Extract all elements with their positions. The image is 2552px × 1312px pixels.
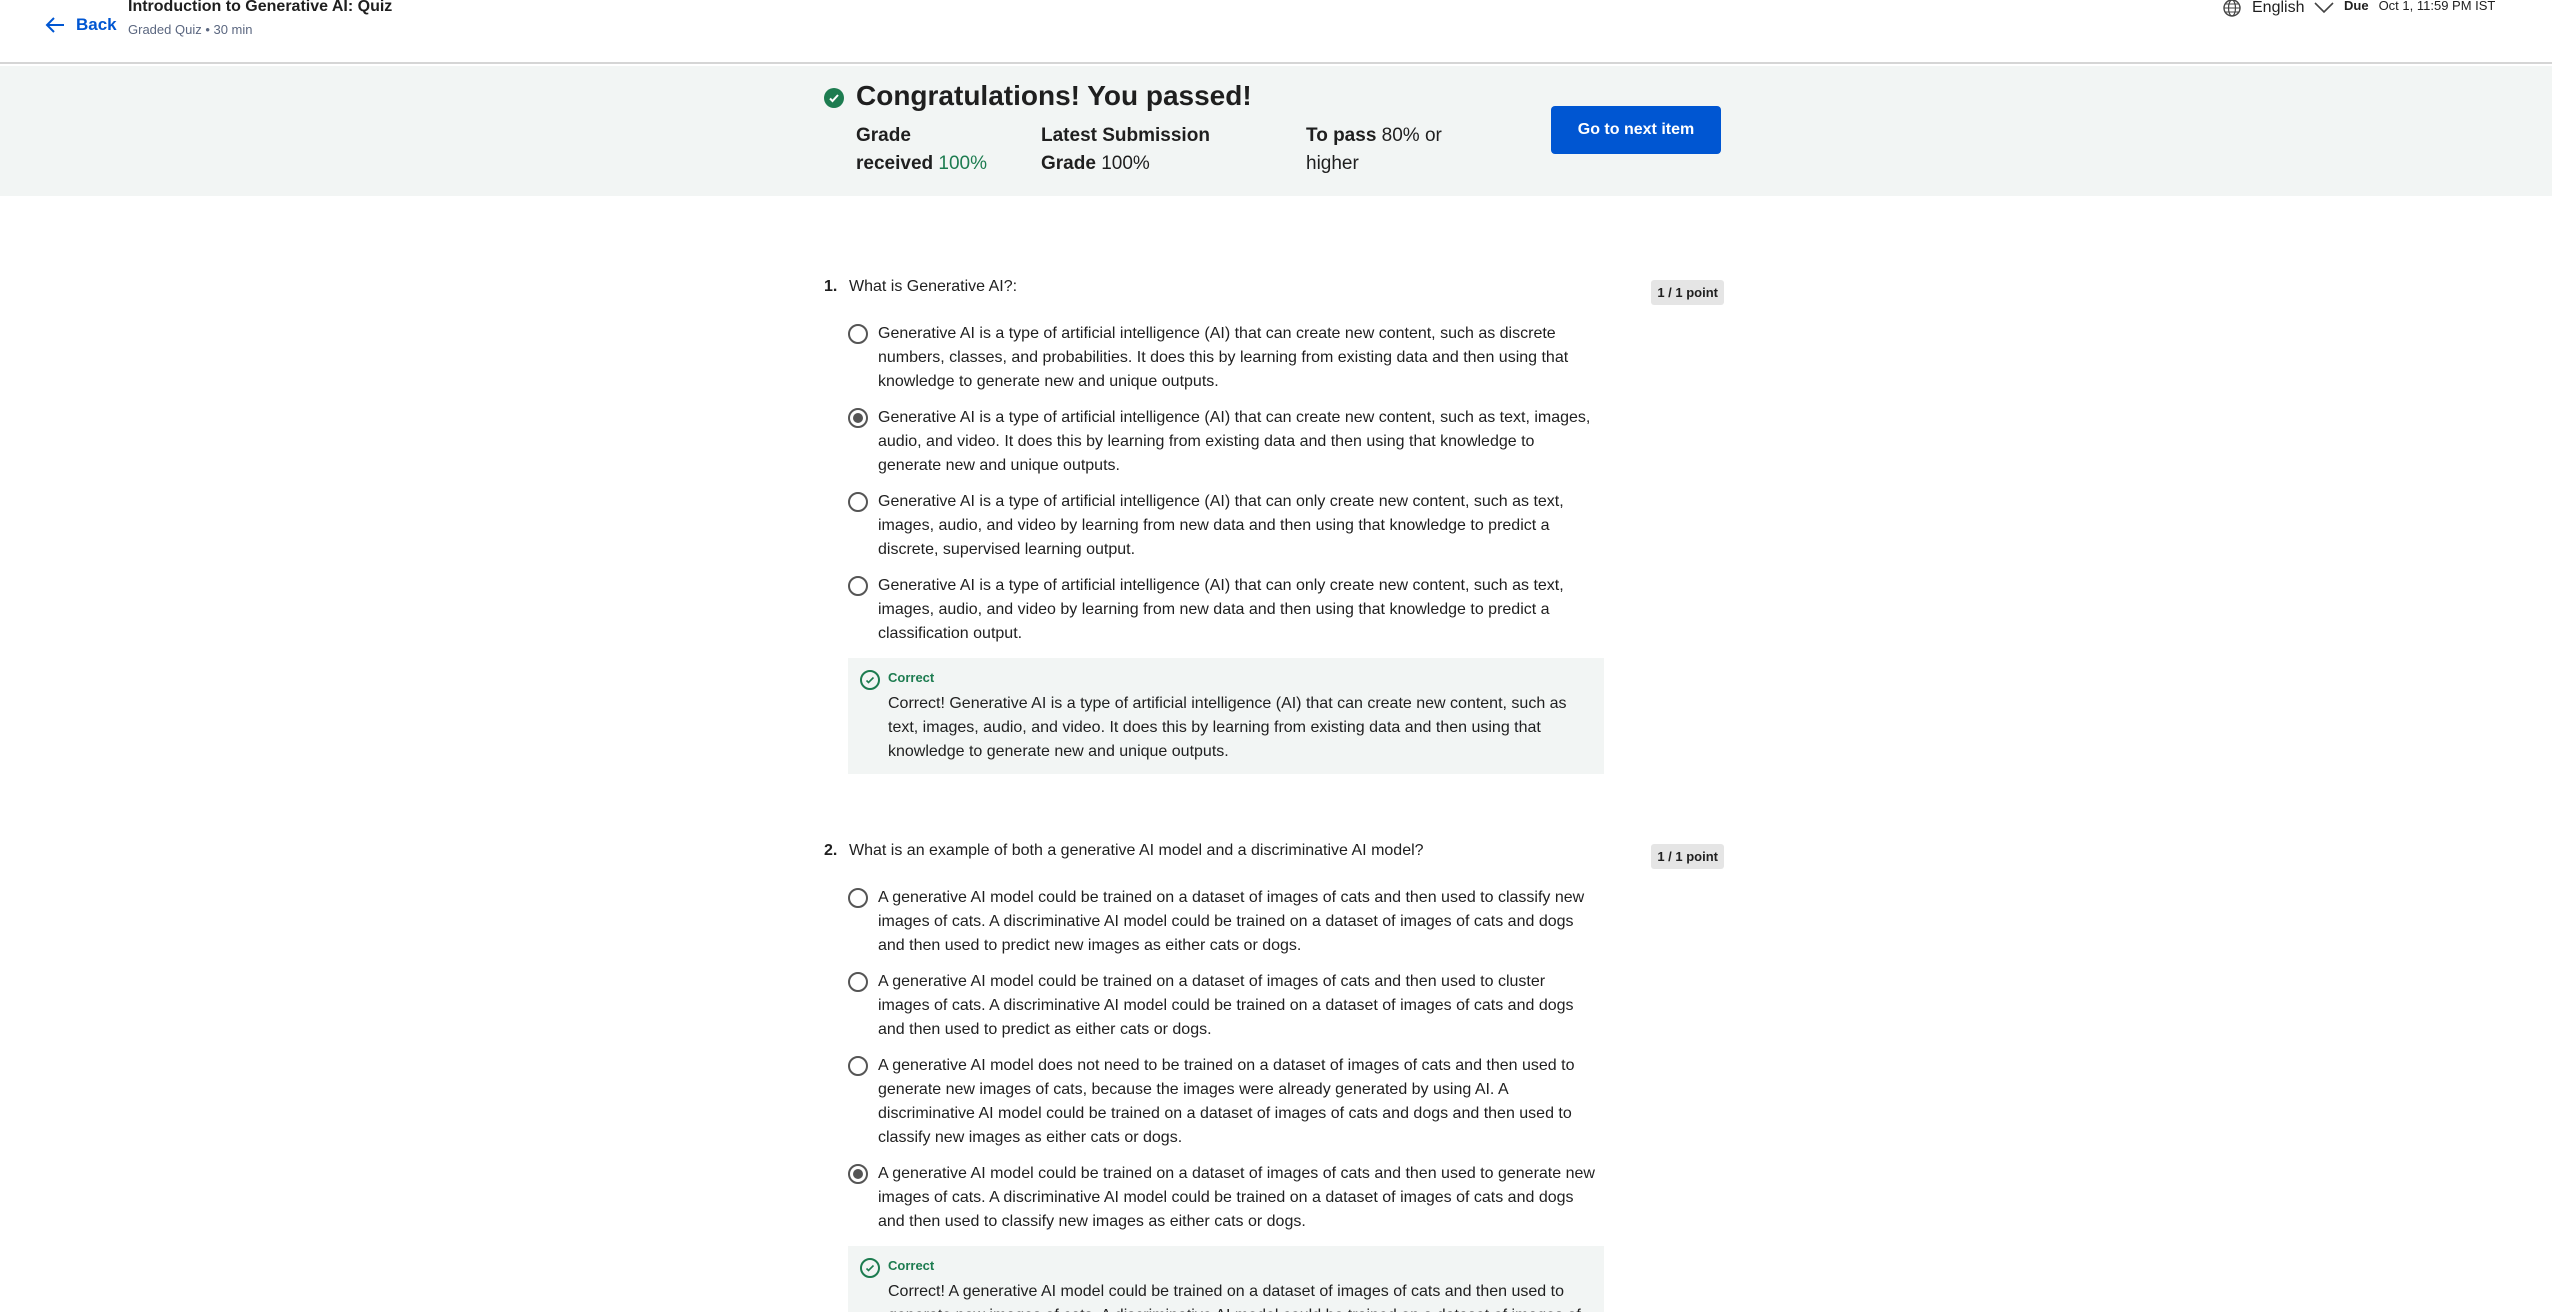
pass-value-2: higher [1306,153,1359,174]
quiz-title: Introduction to Generative AI: Quiz [128,0,393,15]
option-text: Generative AI is a type of artificial in… [878,409,1591,474]
pass-value-1: 80% or [1381,125,1442,146]
radio-button[interactable] [848,492,868,512]
result-banner: Congratulations! You passed! Grade recei… [0,66,2552,196]
option-text: A generative AI model could be trained o… [878,973,1574,1038]
top-header: Back Introduction to Generative AI: Quiz… [0,0,2552,64]
question-1: 1. What is Generative AI?: 1 / 1 point G… [824,278,1724,778]
radio-button[interactable] [848,888,868,908]
quiz-subtitle: Graded Quiz • 30 min [128,22,253,37]
check-circle-outline-icon [860,670,880,690]
globe-icon [2223,0,2241,17]
chevron-down-icon [2314,2,2335,14]
back-button[interactable]: Back [44,14,117,36]
question-number: 1. [824,278,838,295]
pass-threshold: To pass 80% or higher [1306,122,1442,178]
question-header: 1. What is Generative AI?: 1 / 1 point [824,278,1724,308]
back-label: Back [76,15,117,34]
radio-button-selected[interactable] [848,1164,868,1184]
check-circle-outline-icon [860,1258,880,1278]
question-header: 2. What is an example of both a generati… [824,842,1724,872]
feedback-label: Correct [888,1258,935,1273]
option-text: A generative AI model does not need to b… [878,1057,1575,1146]
radio-button[interactable] [848,324,868,344]
grade-received: Grade received 100% [856,122,987,178]
radio-button[interactable] [848,576,868,596]
arrow-left-icon [45,17,64,33]
points-badge: 1 / 1 point [1651,280,1724,305]
feedback-label: Correct [888,670,935,685]
latest-value: 100% [1101,153,1150,174]
radio-button[interactable] [848,1056,868,1076]
due-label: Due [2344,0,2369,13]
feedback-box: Correct Correct! A generative AI model c… [848,1246,1604,1312]
course-info: Introduction to Generative AI: Quiz Grad… [128,0,392,40]
language-label: English [2252,0,2305,16]
feedback-text: Correct! Generative AI is a type of arti… [888,695,1567,760]
due-value: Oct 1, 11:59 PM IST [2378,0,2496,13]
option-text: Generative AI is a type of artificial in… [878,325,1569,390]
question-2: 2. What is an example of both a generati… [824,842,1724,1312]
feedback-box: Correct Correct! Generative AI is a type… [848,658,1604,774]
grade-value: 100% [938,153,988,174]
option-text: A generative AI model could be trained o… [878,1165,1595,1230]
latest-submission-grade: Latest Submission Grade 100% [1041,122,1210,178]
pass-title: Congratulations! You passed! [856,80,1252,111]
go-to-next-item-button[interactable]: Go to next item [1551,106,1721,154]
option-text: Generative AI is a type of artificial in… [878,493,1564,558]
feedback-text: Correct! A generative AI model could be … [888,1283,1581,1312]
grade-label-2: received [856,153,934,174]
grade-label-1: Grade [856,125,911,146]
language-selector[interactable]: English [2222,0,2335,18]
question-number: 2. [824,842,838,859]
due-date: Due Oct 1, 11:59 PM IST [2344,0,2495,13]
latest-label-2: Grade [1041,153,1096,174]
option-text: Generative AI is a type of artificial in… [878,577,1564,642]
latest-label-1: Latest Submission [1041,125,1210,146]
option-text: A generative AI model could be trained o… [878,889,1585,954]
radio-button[interactable] [848,972,868,992]
pass-label: To pass [1306,125,1377,146]
radio-button-selected[interactable] [848,408,868,428]
points-badge: 1 / 1 point [1651,844,1724,869]
question-text: What is Generative AI?: [849,278,1018,295]
question-text: What is an example of both a generative … [849,842,1424,859]
check-circle-icon [824,88,844,108]
